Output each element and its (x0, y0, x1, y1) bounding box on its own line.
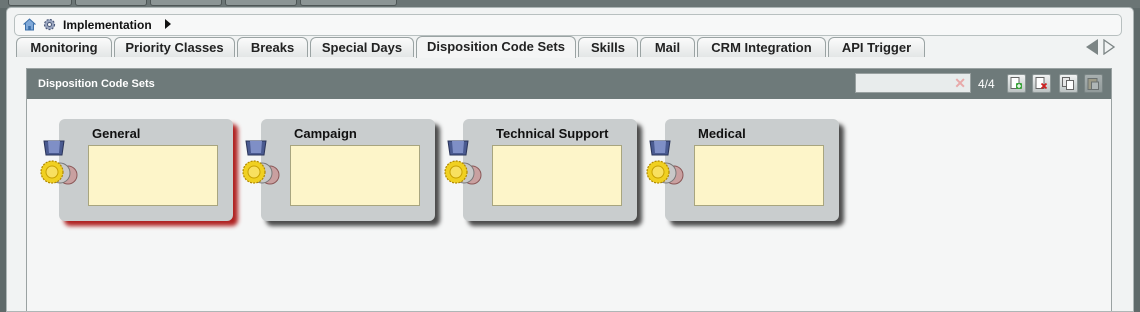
top-tab-5[interactable] (300, 0, 397, 6)
tab-monitoring[interactable]: Monitoring (16, 37, 112, 57)
tab-api-trigger[interactable]: API Trigger (828, 37, 925, 57)
card-title: Campaign (294, 126, 357, 141)
paste-button[interactable] (1084, 74, 1103, 93)
top-tab-2[interactable] (75, 0, 147, 6)
tab-disposition-code-sets[interactable]: Disposition Code Sets (416, 36, 576, 58)
chevron-right-icon[interactable] (165, 19, 171, 29)
card-content-area (290, 145, 420, 206)
medal-icon (242, 140, 280, 185)
card-content-area (694, 145, 824, 206)
copy-icon (1062, 77, 1074, 90)
add-icon (1010, 77, 1022, 89)
breadcrumb-label[interactable]: Implementation (63, 18, 152, 32)
gear-icon (43, 18, 56, 31)
add-button[interactable] (1007, 74, 1026, 93)
home-icon[interactable] (23, 18, 36, 31)
card-content-area (88, 145, 218, 206)
search-input[interactable] (858, 75, 956, 91)
delete-button[interactable] (1032, 74, 1051, 93)
medal-icon (444, 140, 482, 185)
delete-icon (1035, 77, 1048, 90)
card-title: Technical Support (496, 126, 609, 141)
close-icon[interactable]: ✕ (954, 75, 966, 91)
breadcrumb: Implementation (14, 14, 1122, 36)
tabs-scroll-left-icon[interactable] (1086, 39, 1098, 55)
medal-icon (646, 140, 684, 185)
tab-crm-integration[interactable]: CRM Integration (697, 37, 826, 57)
tab-mail[interactable]: Mail (640, 37, 695, 57)
item-count: 4/4 (978, 77, 995, 91)
card-content-area (492, 145, 622, 206)
paste-icon (1087, 78, 1099, 90)
code-set-card-technical-support[interactable]: Technical Support (444, 119, 637, 221)
tabs-scroll-right-icon[interactable] (1103, 39, 1115, 55)
panel-header: Disposition Code Sets ✕ 4/4 (27, 69, 1111, 99)
copy-button[interactable] (1059, 74, 1078, 93)
top-tab-4[interactable] (225, 0, 297, 6)
search-field[interactable]: ✕ (855, 73, 971, 93)
top-tab-1[interactable] (8, 0, 72, 6)
card-title: General (92, 126, 141, 141)
code-set-card-campaign[interactable]: Campaign (242, 119, 435, 221)
medal-icon (40, 140, 78, 185)
code-set-card-medical[interactable]: Medical (646, 119, 839, 221)
tab-priority-classes[interactable]: Priority Classes (114, 37, 235, 57)
tab-skills[interactable]: Skills (578, 37, 638, 57)
tab-special-days[interactable]: Special Days (310, 37, 414, 57)
code-set-card-general[interactable]: General (40, 119, 233, 221)
top-tab-3[interactable] (150, 0, 222, 6)
card-title: Medical (698, 126, 746, 141)
tab-breaks[interactable]: Breaks (237, 37, 308, 57)
panel-title: Disposition Code Sets (38, 78, 155, 90)
